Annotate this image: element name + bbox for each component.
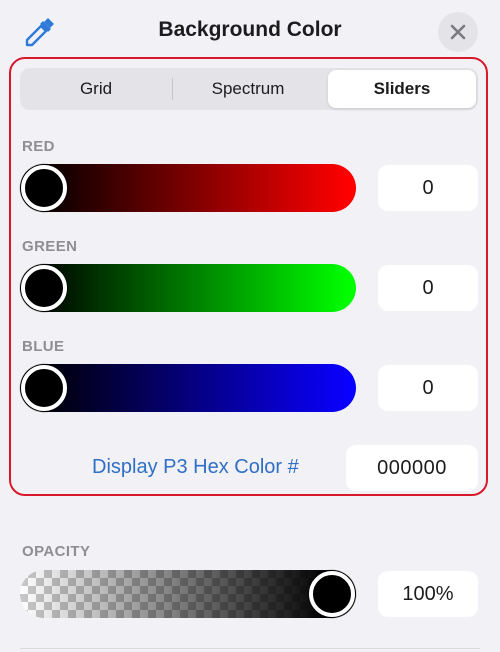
header: Background Color xyxy=(0,0,500,64)
mode-segmented-control: Grid Spectrum Sliders xyxy=(20,68,478,110)
red-slider[interactable] xyxy=(20,164,356,212)
hex-color-label: Display P3 Hex Color # xyxy=(92,456,299,478)
green-label: GREEN xyxy=(22,238,78,255)
green-value-field[interactable]: 0 xyxy=(378,265,478,311)
segment-divider xyxy=(172,78,173,100)
opacity-gradient xyxy=(20,570,356,618)
blue-label: BLUE xyxy=(22,338,65,355)
red-value-field[interactable]: 0 xyxy=(378,165,478,211)
blue-slider[interactable] xyxy=(20,364,356,412)
blue-value-field[interactable]: 0 xyxy=(378,365,478,411)
close-button[interactable] xyxy=(438,12,478,52)
page-title: Background Color xyxy=(158,18,342,41)
red-label: RED xyxy=(22,138,55,155)
tab-sliders[interactable]: Sliders xyxy=(328,70,476,108)
opacity-value-field[interactable]: 100% xyxy=(378,571,478,617)
opacity-slider-thumb[interactable] xyxy=(309,571,355,617)
tab-spectrum[interactable]: Spectrum xyxy=(174,70,322,108)
tab-grid[interactable]: Grid xyxy=(22,70,170,108)
opacity-slider[interactable] xyxy=(20,570,356,618)
divider xyxy=(20,648,480,649)
red-slider-thumb[interactable] xyxy=(21,165,67,211)
green-slider-thumb[interactable] xyxy=(21,265,67,311)
blue-slider-thumb[interactable] xyxy=(21,365,67,411)
close-icon xyxy=(450,24,466,40)
green-slider[interactable] xyxy=(20,264,356,312)
opacity-label: OPACITY xyxy=(22,543,91,560)
hex-color-field[interactable]: 000000 xyxy=(346,445,478,491)
